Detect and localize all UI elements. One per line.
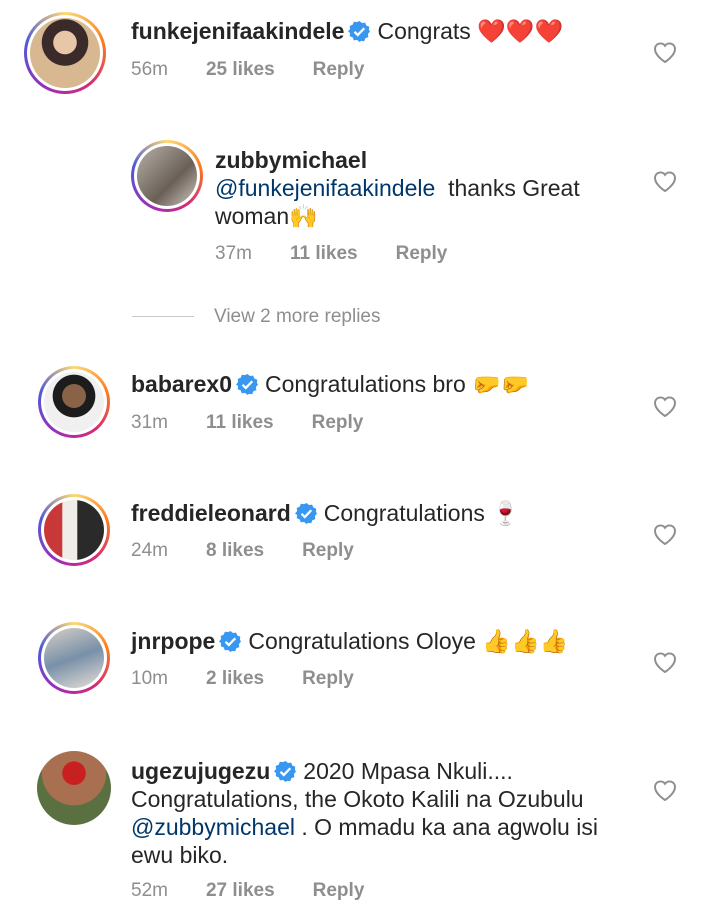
- comment-body: ugezujugezu 2020 Mpasa Nkuli.... Congratu…: [131, 757, 631, 869]
- reply-button[interactable]: Reply: [313, 59, 365, 80]
- reply-button[interactable]: Reply: [302, 540, 354, 561]
- likes-count[interactable]: 11 likes: [206, 412, 274, 433]
- view-more-label[interactable]: View 2 more replies: [214, 306, 381, 327]
- timestamp: 24m: [131, 540, 168, 561]
- comment-emoji: 🙌: [289, 204, 318, 230]
- comment-text: Congratulations: [323, 500, 485, 526]
- comment-meta: 31m 11 likes Reply: [131, 412, 401, 434]
- like-heart-icon[interactable]: [652, 394, 678, 418]
- like-heart-icon[interactable]: [652, 40, 678, 64]
- comment-meta: 24m 8 likes Reply: [131, 540, 392, 562]
- likes-count[interactable]: 27 likes: [206, 880, 275, 901]
- comment-meta: 37m 11 likes Reply: [215, 243, 485, 265]
- username[interactable]: jnrpope: [131, 628, 215, 654]
- comment-meta: 52m 27 likes Reply: [131, 880, 402, 902]
- view-more-replies[interactable]: View 2 more replies: [132, 306, 381, 328]
- timestamp: 31m: [131, 412, 168, 433]
- verified-badge-icon: [274, 760, 298, 783]
- username[interactable]: zubbymichael: [215, 147, 367, 173]
- comment-emoji: 🤛🤛: [472, 372, 530, 398]
- divider-line: [132, 316, 194, 318]
- comment-body: freddieleonard Congratulations 🍷: [131, 499, 520, 528]
- avatar[interactable]: [131, 140, 203, 212]
- mention-link[interactable]: @funkejenifaakindele: [215, 175, 435, 201]
- comment-body: babarex0 Congratulations bro 🤛🤛: [131, 370, 529, 399]
- reply-button[interactable]: Reply: [302, 668, 354, 689]
- avatar[interactable]: [24, 12, 106, 94]
- comment-text: Congratulations bro: [265, 371, 466, 397]
- timestamp: 52m: [131, 880, 168, 901]
- avatar[interactable]: [38, 494, 110, 566]
- reply-button[interactable]: Reply: [396, 243, 448, 264]
- comment-emoji: 👍👍👍: [482, 629, 569, 655]
- likes-count[interactable]: 2 likes: [206, 668, 264, 689]
- like-heart-icon[interactable]: [652, 522, 678, 546]
- comment-emoji: 🍷: [491, 501, 520, 527]
- comment-body: funkejenifaakindele Congrats ❤️❤️❤️: [131, 17, 563, 46]
- avatar[interactable]: [37, 751, 111, 825]
- timestamp: 56m: [131, 59, 168, 80]
- verified-badge-icon: [294, 502, 318, 525]
- verified-badge-icon: [348, 20, 372, 43]
- timestamp: 37m: [215, 243, 252, 264]
- reply-button[interactable]: Reply: [313, 880, 365, 901]
- username[interactable]: freddieleonard: [131, 500, 291, 526]
- comment-text: Congratulations Oloye: [248, 628, 476, 654]
- like-heart-icon[interactable]: [652, 650, 678, 674]
- comment-body: zubbymichael @funkejenifaakindele thanks…: [215, 146, 655, 231]
- username[interactable]: funkejenifaakindele: [131, 18, 344, 44]
- timestamp: 10m: [131, 668, 168, 689]
- comment-body: jnrpope Congratulations Oloye 👍👍👍: [131, 627, 568, 656]
- comment-emoji: ❤️❤️❤️: [477, 19, 564, 45]
- comment-text: Congrats: [377, 18, 471, 44]
- likes-count[interactable]: 8 likes: [206, 540, 264, 561]
- comment-meta: 56m 25 likes Reply: [131, 59, 402, 81]
- likes-count[interactable]: 11 likes: [290, 243, 358, 264]
- like-heart-icon[interactable]: [652, 778, 678, 802]
- username[interactable]: ugezujugezu: [131, 758, 270, 784]
- username[interactable]: babarex0: [131, 371, 232, 397]
- avatar[interactable]: [38, 622, 110, 694]
- comment-meta: 10m 2 likes Reply: [131, 668, 392, 690]
- verified-badge-icon: [219, 630, 243, 653]
- avatar[interactable]: [38, 366, 110, 438]
- like-heart-icon[interactable]: [652, 169, 678, 193]
- reply-button[interactable]: Reply: [312, 412, 364, 433]
- likes-count[interactable]: 25 likes: [206, 59, 275, 80]
- verified-badge-icon: [236, 373, 260, 396]
- mention-link[interactable]: @zubbymichael: [131, 814, 295, 840]
